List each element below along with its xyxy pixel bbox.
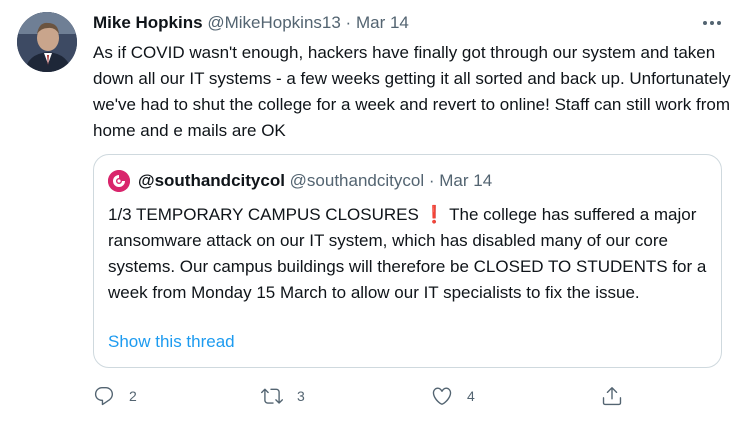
tweet-header: Mike Hopkins @MikeHopkins13 · Mar 14 [93, 12, 409, 34]
tweet-text: As if COVID wasn't enough, hackers have … [93, 43, 731, 140]
reply-count: 2 [129, 388, 137, 404]
share-icon [602, 387, 622, 406]
separator-dot: · [428, 171, 435, 190]
tweet-actions: 2 3 4 [93, 385, 633, 413]
like-button[interactable]: 4 [431, 385, 475, 407]
heart-icon [432, 387, 452, 405]
author-name[interactable]: Mike Hopkins [93, 13, 203, 32]
quoted-date: Mar 14 [439, 171, 493, 190]
author-handle[interactable]: @MikeHopkins13 [207, 13, 340, 32]
reply-button[interactable]: 2 [93, 385, 137, 407]
show-thread-link[interactable]: Show this thread [108, 331, 235, 353]
quoted-author-handle: @southandcitycol [289, 171, 425, 190]
quoted-tweet-text: 1/3 TEMPORARY CAMPUS CLOSURES ❗ The coll… [108, 205, 707, 302]
quoted-avatar [108, 170, 130, 192]
avatar[interactable] [17, 12, 77, 72]
separator-dot: · [345, 13, 352, 32]
retweet-count: 3 [297, 388, 305, 404]
like-count: 4 [467, 388, 475, 404]
retweet-icon [261, 388, 283, 404]
tweet-date[interactable]: Mar 14 [356, 13, 409, 32]
quoted-author-name: @southandcitycol [138, 171, 285, 190]
share-button[interactable] [601, 385, 623, 407]
more-options-icon[interactable] [700, 12, 724, 34]
reply-icon [94, 387, 114, 406]
retweet-button[interactable]: 3 [261, 385, 305, 407]
quoted-tweet-header: @southandcitycol @southandcitycol · Mar … [108, 170, 492, 192]
quoted-tweet[interactable]: @southandcitycol @southandcitycol · Mar … [93, 154, 722, 368]
